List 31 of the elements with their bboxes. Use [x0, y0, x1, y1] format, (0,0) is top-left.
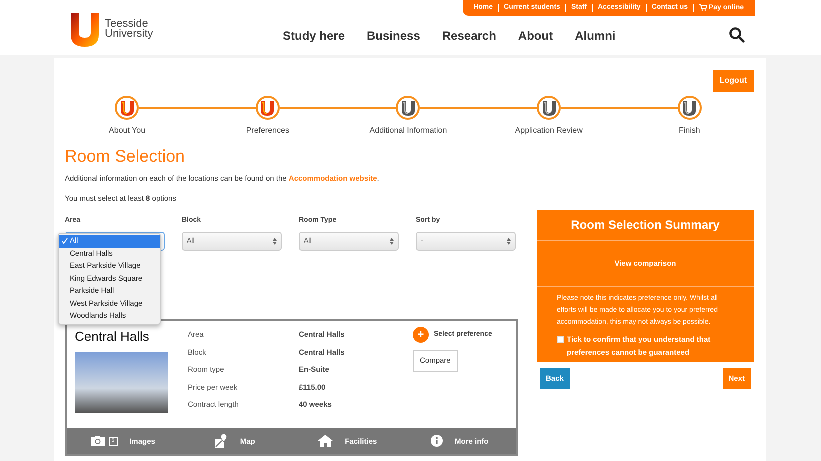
nav-link[interactable]: Business [367, 27, 420, 45]
step-label: Preferences [246, 125, 290, 137]
nav-link[interactable]: Alumni [575, 27, 616, 45]
step-label: Application Review [515, 125, 583, 137]
logo-icon [70, 11, 100, 47]
nav-link[interactable]: Research [442, 27, 496, 45]
updown-arrow-icon [273, 238, 277, 246]
step-label: About You [109, 125, 146, 137]
nav-link[interactable]: Study here [283, 27, 346, 45]
u-logo-icon [402, 100, 415, 116]
u-logo-icon [542, 100, 556, 116]
step-label: Finish [679, 125, 700, 137]
step-label: Additional Information [370, 125, 448, 137]
logo-text: Teesside University [105, 19, 154, 39]
search-icon[interactable] [729, 27, 745, 43]
page-title: Room Selection [65, 147, 186, 168]
room-name: Central Halls [75, 328, 150, 346]
u-logo-icon [261, 100, 274, 116]
map-pin-icon [215, 434, 228, 448]
camera-icon [90, 436, 105, 446]
updown-arrow-icon [390, 238, 394, 246]
updown-arrow-icon [507, 238, 511, 246]
u-logo-icon [683, 100, 696, 116]
info-icon [431, 435, 443, 448]
u-logo-icon [120, 100, 134, 116]
house-icon [318, 435, 334, 448]
cart-icon [698, 4, 707, 11]
summary-title: Room Selection Summary [537, 210, 754, 242]
logout-button[interactable]: Logout [712, 70, 754, 92]
nav-link[interactable]: About [518, 27, 554, 45]
check-icon [62, 238, 68, 244]
